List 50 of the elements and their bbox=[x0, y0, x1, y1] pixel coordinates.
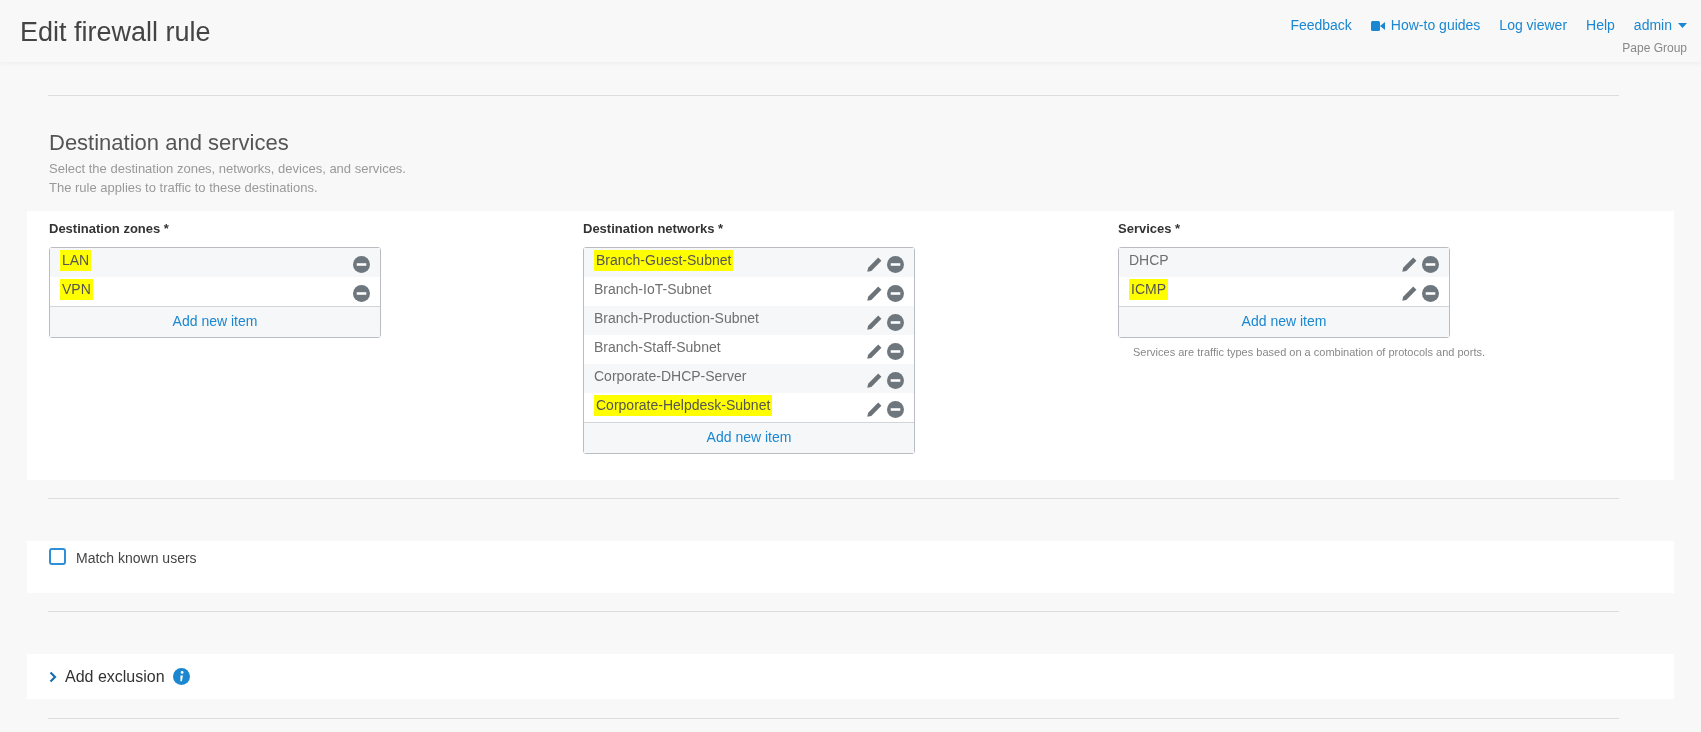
remove-icon[interactable] bbox=[887, 313, 904, 331]
field-label: Destination zones * bbox=[49, 220, 170, 238]
remove-icon[interactable] bbox=[887, 400, 904, 418]
add-item-button[interactable]: Add new item bbox=[584, 421, 914, 453]
checkbox-label: Match known users bbox=[76, 549, 197, 568]
remove-icon[interactable] bbox=[353, 255, 370, 273]
pencil-icon[interactable] bbox=[1401, 284, 1418, 302]
list-item[interactable]: Branch-Staff-Subnet bbox=[594, 336, 721, 358]
section-title: Destination and services bbox=[49, 129, 290, 157]
pencil-icon[interactable] bbox=[866, 371, 883, 389]
remove-icon[interactable] bbox=[887, 371, 904, 389]
list-item[interactable]: DHCP bbox=[1129, 249, 1169, 271]
remove-icon[interactable] bbox=[887, 255, 904, 273]
header-link[interactable]: Feedback bbox=[1290, 15, 1352, 36]
add-item-button[interactable]: Add new item bbox=[50, 305, 380, 337]
organization-name: Pape Group bbox=[1622, 40, 1687, 57]
page-title: Edit firewall rule bbox=[20, 16, 211, 49]
list-item[interactable]: ICMP bbox=[1129, 278, 1168, 300]
list-item[interactable]: LAN bbox=[60, 249, 92, 271]
remove-icon[interactable] bbox=[1422, 255, 1439, 273]
pencil-icon[interactable] bbox=[866, 400, 883, 418]
list-item[interactable]: VPN bbox=[60, 278, 93, 300]
help-text: Services are traffic types based on a combination of protocols and ports. bbox=[1133, 344, 1486, 360]
add-item-button[interactable]: Add new item bbox=[1119, 305, 1449, 337]
header-link[interactable]: How-to guides bbox=[1370, 15, 1481, 36]
header-link[interactable]: admin bbox=[1633, 15, 1687, 36]
checkbox[interactable] bbox=[49, 548, 66, 565]
header-link[interactable]: Help bbox=[1586, 15, 1615, 36]
list-item[interactable]: Branch-Guest-Subnet bbox=[594, 249, 734, 271]
field-label: Destination networks * bbox=[583, 220, 725, 238]
caret-icon bbox=[1678, 23, 1687, 28]
list-item[interactable]: Corporate-Helpdesk-Subnet bbox=[594, 394, 773, 416]
pencil-icon[interactable] bbox=[866, 255, 883, 273]
pencil-icon[interactable] bbox=[1401, 255, 1418, 273]
pencil-icon[interactable] bbox=[866, 284, 883, 302]
field-label: Services * bbox=[1118, 220, 1182, 238]
section-description: Select the destination zones, networks, devices, and services. bbox=[49, 160, 407, 178]
header-link[interactable]: Log viewer bbox=[1499, 15, 1568, 36]
remove-icon[interactable] bbox=[1422, 284, 1439, 302]
chevron-icon[interactable] bbox=[49, 670, 57, 683]
expander-label[interactable]: Add exclusion bbox=[65, 664, 165, 689]
info-icon[interactable] bbox=[172, 668, 190, 685]
section-description: The rule applies to traffic to these destinations. bbox=[49, 179, 319, 197]
remove-icon[interactable] bbox=[887, 342, 904, 360]
video-camera-icon bbox=[1370, 20, 1385, 31]
list-item[interactable]: Branch-IoT-Subnet bbox=[594, 278, 712, 300]
pencil-icon[interactable] bbox=[866, 313, 883, 331]
remove-icon[interactable] bbox=[887, 284, 904, 302]
remove-icon[interactable] bbox=[353, 284, 370, 302]
pencil-icon[interactable] bbox=[866, 342, 883, 360]
